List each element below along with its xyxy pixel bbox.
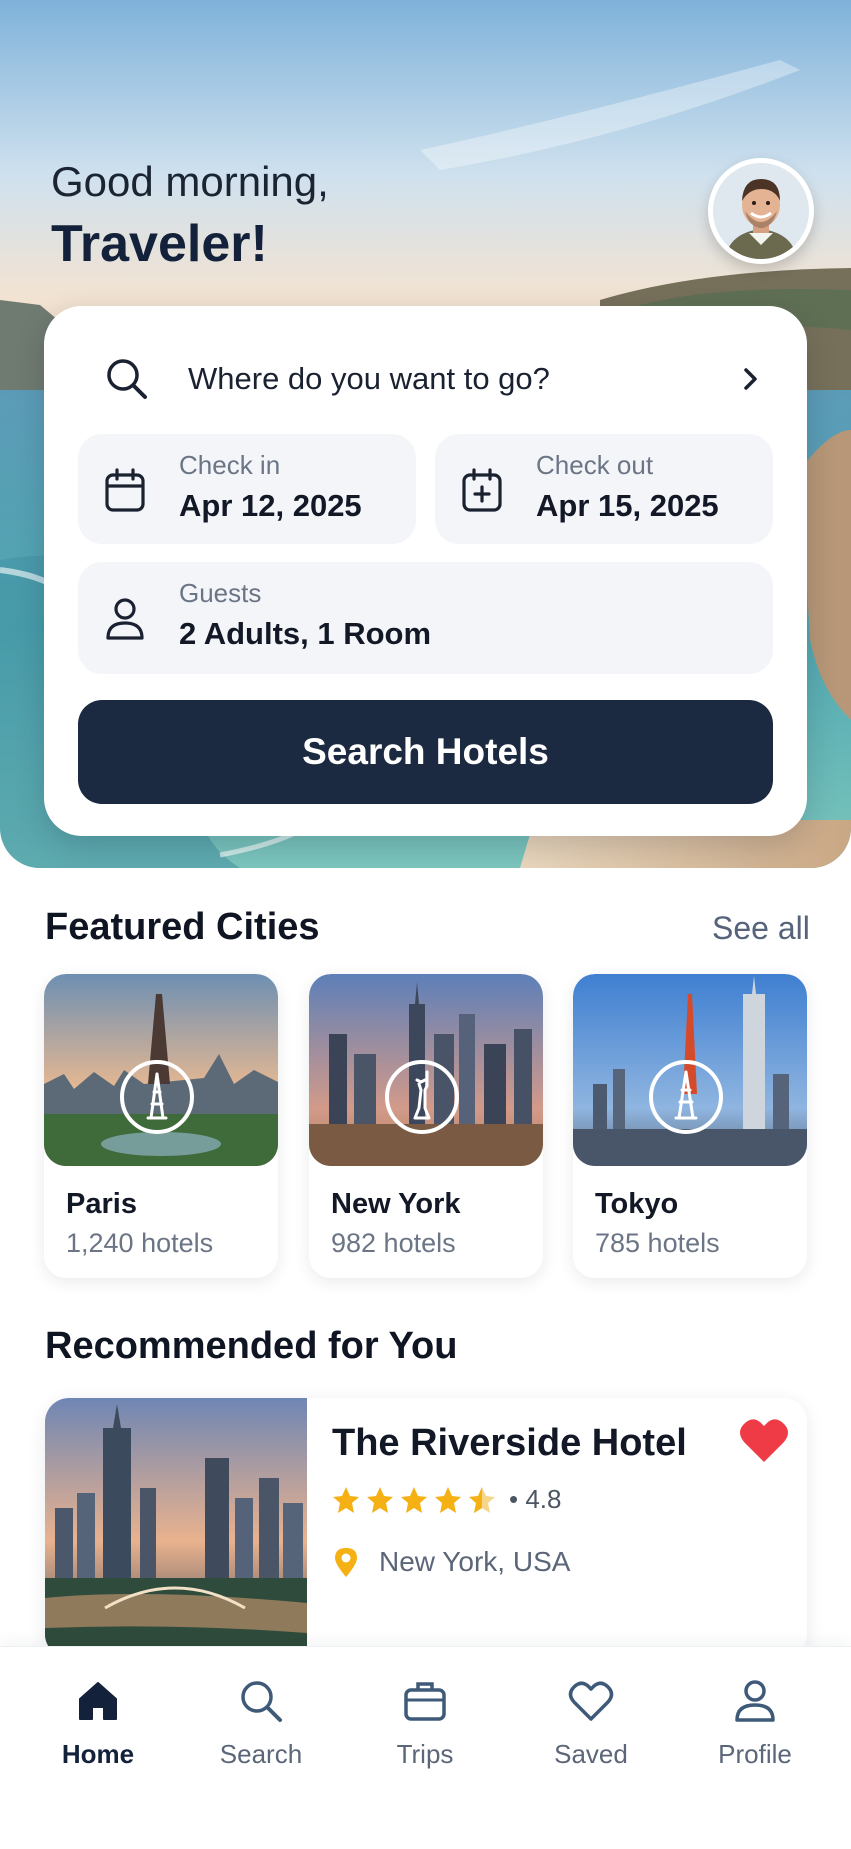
recommended-title: Recommended for You xyxy=(45,1325,458,1367)
nav-search[interactable]: Search xyxy=(191,1677,331,1787)
check-in-field[interactable]: Check in Apr 12, 2025 xyxy=(78,434,416,544)
guests-value: 2 Adults, 1 Room xyxy=(179,616,432,651)
star-icon xyxy=(435,1486,461,1513)
city-card-paris[interactable]: Paris 1,240 hotels xyxy=(44,974,278,1278)
star-icon xyxy=(333,1486,359,1513)
hotel-photo xyxy=(45,1398,307,1658)
user-icon xyxy=(735,1680,775,1722)
star-icon xyxy=(367,1486,393,1513)
city-name: Tokyo xyxy=(595,1188,679,1220)
calendar-icon xyxy=(105,468,145,512)
hotel-location: New York, USA xyxy=(333,1546,570,1578)
search-icon xyxy=(241,1681,282,1722)
city-hotel-count: 1,240 hotels xyxy=(66,1228,214,1258)
search-card: Where do you want to go? Check in Apr 12… xyxy=(44,306,807,836)
city-name: Paris xyxy=(66,1188,137,1220)
rating-stars: • 4.8 xyxy=(331,1484,561,1515)
nav-home[interactable]: Home xyxy=(28,1677,168,1787)
guests-field[interactable]: Guests 2 Adults, 1 Room xyxy=(78,562,773,674)
home-icon xyxy=(79,1682,117,1720)
favorite-heart-icon[interactable] xyxy=(738,1416,790,1464)
calendar-plus-icon xyxy=(462,468,502,512)
bottom-navigation: Home Search Trips Saved Profile xyxy=(0,1646,851,1849)
avatar[interactable] xyxy=(708,158,814,264)
star-icon xyxy=(401,1486,427,1513)
user-icon xyxy=(106,598,144,640)
featured-cities-title: Featured Cities xyxy=(45,906,320,948)
nav-profile-label: Profile xyxy=(718,1739,792,1769)
nav-profile[interactable]: Profile xyxy=(685,1677,825,1787)
user-avatar-photo xyxy=(713,163,809,259)
destination-placeholder: Where do you want to go? xyxy=(188,361,550,396)
hotel-location-text: New York, USA xyxy=(379,1546,571,1577)
city-card-tokyo[interactable]: Tokyo 785 hotels xyxy=(573,974,807,1278)
see-all-link[interactable]: See all xyxy=(712,910,810,947)
check-in-value: Apr 12, 2025 xyxy=(179,488,362,523)
city-card-new-york[interactable]: New York 982 hotels xyxy=(309,974,543,1278)
destination-search-field[interactable]: Where do you want to go? xyxy=(104,344,764,414)
eiffel-tower-icon xyxy=(120,1060,194,1134)
guests-label: Guests xyxy=(179,578,262,608)
briefcase-icon xyxy=(404,1682,446,1721)
city-hotel-count: 785 hotels xyxy=(595,1228,720,1258)
location-pin-icon xyxy=(335,1548,357,1577)
nav-saved-label: Saved xyxy=(554,1739,628,1769)
chevron-right-icon xyxy=(744,368,757,390)
statue-of-liberty-icon xyxy=(385,1060,459,1134)
nav-home-label: Home xyxy=(61,1739,135,1769)
nav-search-label: Search xyxy=(219,1739,303,1769)
nav-trips[interactable]: Trips xyxy=(355,1677,495,1787)
search-icon xyxy=(107,359,147,399)
hotel-card[interactable]: The Riverside Hotel • 4.8 New York, USA xyxy=(45,1398,807,1658)
check-out-field[interactable]: Check out Apr 15, 2025 xyxy=(435,434,773,544)
tokyo-tower-icon xyxy=(649,1060,723,1134)
nav-trips-label: Trips xyxy=(396,1739,454,1769)
hotel-name: The Riverside Hotel xyxy=(332,1422,687,1464)
check-out-value: Apr 15, 2025 xyxy=(536,488,719,523)
rating-value: • 4.8 xyxy=(509,1484,562,1514)
city-name: New York xyxy=(331,1188,461,1220)
heart-icon xyxy=(568,1681,614,1721)
greeting-line: Good morning, xyxy=(51,158,329,205)
city-hotel-count: 982 hotels xyxy=(331,1228,456,1258)
star-half-icon xyxy=(469,1486,495,1513)
search-hotels-button[interactable]: Search Hotels xyxy=(78,700,773,804)
check-out-label: Check out xyxy=(536,450,654,480)
hero-banner: Good morning, Traveler! Where do you wan… xyxy=(0,0,851,868)
check-in-label: Check in xyxy=(179,450,281,480)
nav-saved[interactable]: Saved xyxy=(521,1677,661,1787)
greeting-name: Traveler! xyxy=(51,215,268,273)
